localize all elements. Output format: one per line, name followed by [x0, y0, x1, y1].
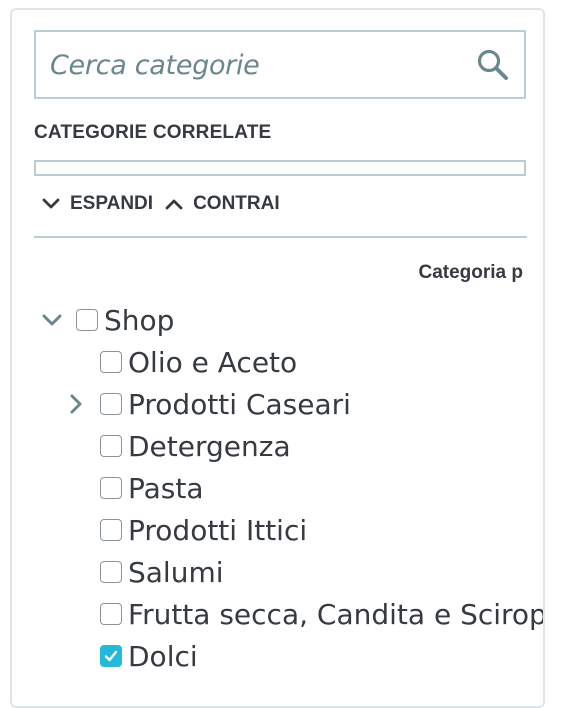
- related-categories-label: CATEGORIE CORRELATE: [34, 122, 272, 143]
- category-label: Frutta secca, Candita e Sciropp: [128, 597, 545, 631]
- category-checkbox[interactable]: [100, 477, 122, 499]
- tree-node[interactable]: Salumi: [100, 554, 224, 590]
- tree-node[interactable]: Dolci: [100, 638, 198, 674]
- column-header: Categoria p: [418, 262, 523, 283]
- chevron-down-icon[interactable]: [40, 308, 64, 332]
- category-checkbox[interactable]: [100, 645, 122, 667]
- category-label: Olio e Aceto: [128, 345, 298, 379]
- chevron-right-icon[interactable]: [64, 392, 88, 416]
- collapse-all-label: CONTRAI: [193, 193, 280, 214]
- checkmark-icon: [104, 650, 118, 662]
- category-checkbox[interactable]: [100, 561, 122, 583]
- category-label: Pasta: [128, 471, 204, 505]
- tree-node[interactable]: Frutta secca, Candita e Sciropp: [100, 596, 545, 632]
- category-checkbox[interactable]: [100, 393, 122, 415]
- category-checkbox[interactable]: [100, 435, 122, 457]
- category-label: Prodotti Caseari: [128, 387, 351, 421]
- category-checkbox[interactable]: [100, 519, 122, 541]
- category-label: Prodotti Ittici: [128, 513, 308, 547]
- chevron-up-icon: [165, 199, 183, 210]
- category-label: Dolci: [128, 639, 198, 673]
- category-label: Detergenza: [128, 429, 291, 463]
- tree-node[interactable]: Olio e Aceto: [100, 344, 297, 380]
- category-checkbox[interactable]: [100, 603, 122, 625]
- category-tree-panel: Cerca categorie CATEGORIE CORRELATE ESPA…: [10, 8, 545, 708]
- tree-node[interactable]: Detergenza: [100, 428, 291, 464]
- collapse-all-button[interactable]: CONTRAI: [163, 193, 280, 215]
- search-box[interactable]: Cerca categorie: [34, 30, 526, 99]
- search-icon[interactable]: [476, 48, 510, 82]
- tree-node[interactable]: Pasta: [100, 470, 204, 506]
- category-checkbox[interactable]: [100, 351, 122, 373]
- expand-all-label: ESPANDI: [70, 193, 154, 214]
- expand-all-button[interactable]: ESPANDI: [40, 193, 153, 215]
- tree-node-root[interactable]: Shop: [42, 302, 175, 338]
- divider: [34, 236, 527, 238]
- tree-node[interactable]: Prodotti Ittici: [100, 512, 307, 548]
- chevron-down-icon: [42, 198, 60, 209]
- tree-actions: ESPANDI CONTRAI: [40, 193, 290, 215]
- category-label: Salumi: [128, 555, 224, 589]
- related-categories-field[interactable]: [34, 160, 526, 176]
- category-checkbox[interactable]: [76, 309, 98, 331]
- tree-node[interactable]: Prodotti Caseari: [70, 386, 351, 422]
- search-input[interactable]: Cerca categorie: [50, 50, 260, 81]
- category-label: Shop: [104, 303, 175, 337]
